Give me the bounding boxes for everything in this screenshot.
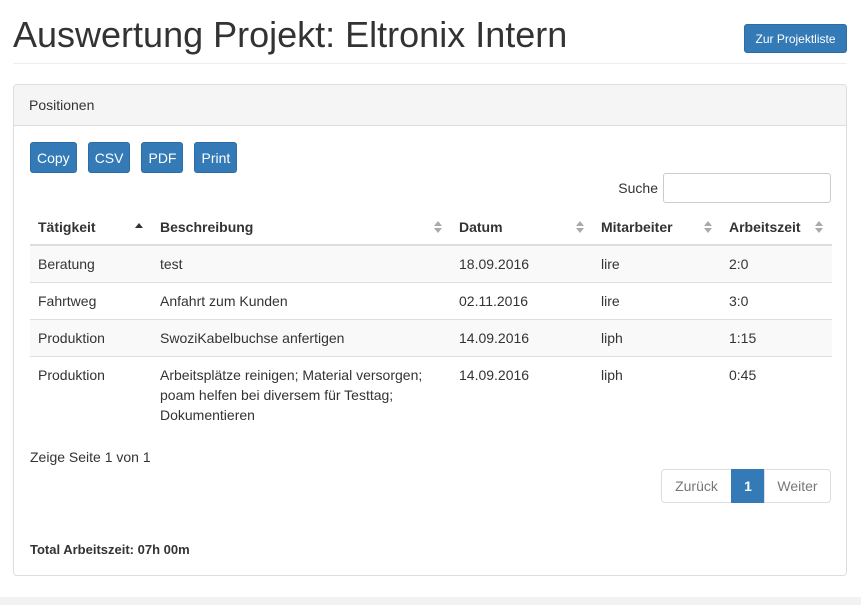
table-cell: test: [152, 245, 451, 283]
project-list-button[interactable]: Zur Projektliste: [744, 24, 847, 53]
table-cell: SwoziKabelbuchse anfertigen: [152, 319, 451, 357]
column-header-label: Arbeitszeit: [729, 218, 801, 235]
column-header-label: Tätigkeit: [38, 218, 96, 235]
table-row: Fahrtweg Anfahrt zum Kunden 02.11.2016 l…: [30, 282, 832, 320]
table-cell: lire: [593, 245, 721, 283]
table-cell: liph: [593, 319, 721, 357]
pagination-page-1[interactable]: 1: [731, 469, 765, 503]
print-button[interactable]: Print: [194, 142, 238, 173]
table-cell: 14.09.2016: [451, 356, 593, 433]
column-header-label: Beschreibung: [160, 218, 254, 235]
column-header-datum[interactable]: Datum: [451, 209, 593, 246]
table-info: Zeige Seite 1 von 1: [30, 449, 151, 465]
column-header-taetigkeit[interactable]: Tätigkeit: [30, 209, 152, 246]
table-row: Beratung test 18.09.2016 lire 2:0: [30, 245, 832, 283]
table-cell: 0:45: [721, 356, 832, 433]
table-cell: Fahrtweg: [30, 282, 152, 320]
column-header-label: Mitarbeiter: [601, 218, 673, 235]
positions-panel: Positionen Copy CSV PDF Print Suche Täti…: [13, 84, 847, 576]
table-cell: lire: [593, 282, 721, 320]
table-cell: 2:0: [721, 245, 832, 283]
pdf-button[interactable]: PDF: [141, 142, 184, 173]
header-divider: [13, 63, 847, 64]
column-header-mitarbeiter[interactable]: Mitarbeiter: [593, 209, 721, 246]
table-cell: 3:0: [721, 282, 832, 320]
table-cell: 18.09.2016: [451, 245, 593, 283]
search-box: Suche: [618, 173, 831, 203]
column-header-arbeitszeit[interactable]: Arbeitszeit: [721, 209, 832, 246]
sort-both-icon: [434, 220, 442, 233]
sort-both-icon: [815, 220, 823, 233]
table-cell: Anfahrt zum Kunden: [152, 282, 451, 320]
pagination: Zurück 1 Weiter: [661, 469, 831, 503]
sort-both-icon: [576, 220, 584, 233]
export-buttons: Copy CSV PDF Print: [30, 142, 248, 173]
page-title: Auswertung Projekt: Eltronix Intern: [13, 14, 568, 55]
csv-button[interactable]: CSV: [87, 142, 131, 173]
pagination-previous[interactable]: Zurück: [661, 469, 732, 503]
table-cell: Beratung: [30, 245, 152, 283]
panel-heading-label: Positionen: [29, 97, 95, 113]
footer-bar: [0, 597, 861, 605]
table-cell: 02.11.2016: [451, 282, 593, 320]
total-worktime: Total Arbeitszeit: 07h 00m: [30, 542, 190, 557]
table-cell: Produktion: [30, 319, 152, 357]
sort-ascending-icon: [135, 222, 143, 228]
table-cell: 1:15: [721, 319, 832, 357]
table-cell: 14.09.2016: [451, 319, 593, 357]
search-input[interactable]: [663, 173, 831, 203]
table-cell: Produktion: [30, 356, 152, 433]
table-cell: Arbeitsplätze reinigen; Material versorg…: [152, 356, 451, 433]
pagination-next[interactable]: Weiter: [764, 469, 831, 503]
column-header-label: Datum: [459, 218, 503, 235]
table-cell: liph: [593, 356, 721, 433]
search-label: Suche: [618, 180, 658, 196]
copy-button[interactable]: Copy: [30, 142, 77, 173]
sort-both-icon: [704, 220, 712, 233]
panel-heading: Positionen: [14, 85, 846, 126]
table-row: Produktion Arbeitsplätze reinigen; Mater…: [30, 356, 832, 433]
positions-table: Tätigkeit Beschreibung Datum Mitarbeiter…: [30, 209, 832, 433]
table-header-row: Tätigkeit Beschreibung Datum Mitarbeiter…: [30, 209, 832, 246]
table-row: Produktion SwoziKabelbuchse anfertigen 1…: [30, 319, 832, 357]
column-header-beschreibung[interactable]: Beschreibung: [152, 209, 451, 246]
